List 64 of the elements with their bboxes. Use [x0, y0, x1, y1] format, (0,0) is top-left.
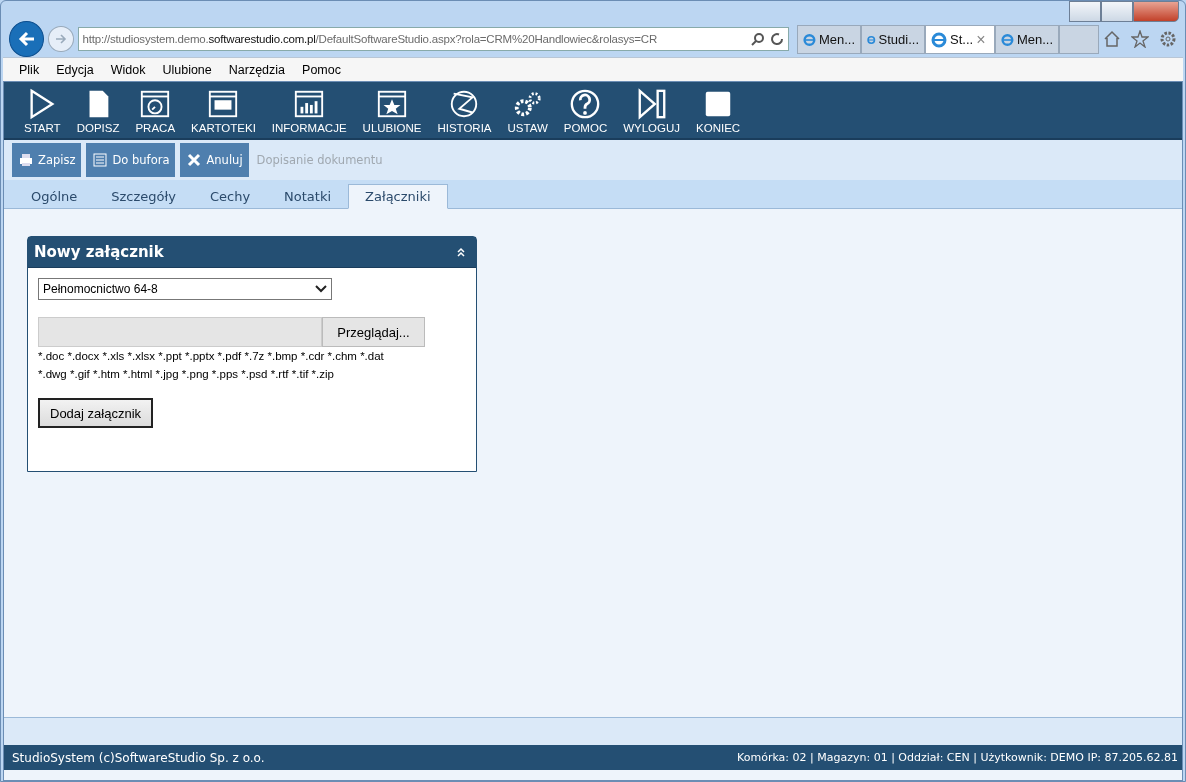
e-logo-icon — [803, 31, 816, 48]
tab[interactable]: Załączniki — [348, 184, 448, 209]
toolbar-button[interactable]: POMOC — [555, 88, 616, 138]
toolbar-button[interactable]: ULUBIONE — [354, 88, 430, 138]
forward-button[interactable] — [48, 26, 74, 52]
search-icon[interactable] — [751, 32, 765, 46]
toolbar-button[interactable]: PRACA — [127, 88, 184, 138]
collapse-icon[interactable] — [456, 247, 466, 257]
toolbar-button[interactable]: HISTORIA — [429, 88, 500, 138]
toolbar-button[interactable]: START — [16, 88, 69, 138]
maximize-button[interactable] — [1101, 1, 1133, 22]
toolbar-button[interactable]: DOPISZ — [68, 88, 128, 138]
form-caption: Dopisanie dokumentu — [256, 153, 383, 167]
browser-tab[interactable]: Men... — [995, 25, 1059, 54]
toolbar-button[interactable]: USTAW — [499, 88, 556, 138]
action-button[interactable]: Zapisz — [12, 143, 82, 177]
copyright-text: StudioSystem (c)SoftwareStudio Sp. z o.o. — [12, 750, 265, 765]
home-icon[interactable] — [1103, 30, 1121, 48]
browser-tab[interactable]: Men... — [797, 25, 861, 54]
close-button[interactable] — [1133, 1, 1179, 22]
arrow-right-icon — [53, 32, 68, 46]
allowed-extensions-text: *.doc *.docx *.xls *.xlsx *.ppt *.pptx *.pdf *.7z *.bmp *.cdr *.chm *.dat — [38, 349, 385, 364]
toolbar-button[interactable]: WYLOGUJ — [615, 88, 689, 138]
printer-icon — [18, 152, 34, 168]
allowed-extensions-text: *.dwg *.gif *.htm *.html *.jpg *.png *.pps *.psd *.rtf *.tif *.zip — [38, 367, 335, 382]
panel-title: Nowy załącznik — [34, 243, 164, 261]
back-button[interactable] — [9, 21, 45, 57]
window-icon — [207, 88, 240, 120]
menu-item[interactable]: Narzędzia — [228, 62, 286, 77]
menu-item[interactable]: Plik — [19, 62, 40, 77]
window-chart-icon — [293, 88, 326, 120]
window-clock-icon — [139, 88, 172, 120]
chevron-down-icon — [315, 285, 327, 293]
minimize-button[interactable] — [1069, 1, 1101, 22]
menu-item[interactable]: Edycja — [56, 62, 94, 77]
browser-tab[interactable]: Studi... — [861, 25, 925, 54]
close-icon — [186, 152, 203, 168]
star-icon[interactable] — [1131, 30, 1149, 48]
action-button[interactable]: Do bufora — [86, 143, 176, 177]
action-button[interactable]: Anuluj — [180, 143, 249, 177]
add-attachment-button[interactable]: Dodaj załącznik — [38, 398, 154, 428]
address-bar[interactable]: http://studiosystem.demo.softwarestudio.com.pl/DefaultSoftwareStudio.aspx?rola=CRM%20Handlowiec&rolasys=CR — [77, 27, 789, 51]
toolbar-button[interactable]: INFORMACJE — [263, 88, 355, 138]
menu-item[interactable]: Widok — [110, 62, 146, 77]
menu-item[interactable]: Ulubione — [162, 62, 212, 77]
session-info-text: Komórka: 02 | Magazyn: 01 | Oddział: CEN | Użytkownik: DEMO IP: 87.205.62.81 — [737, 751, 1178, 764]
tab[interactable]: Ogólne — [14, 184, 95, 208]
e-logo-icon — [931, 31, 947, 48]
tab[interactable]: Notatki — [267, 184, 349, 208]
file-path-field[interactable] — [38, 317, 322, 347]
e-logo-icon — [1001, 31, 1014, 48]
list-icon — [92, 152, 109, 168]
menu-item[interactable]: Pomoc — [302, 62, 341, 77]
browse-button[interactable]: Przeglądaj... — [322, 317, 425, 347]
tab[interactable]: Cechy — [192, 184, 268, 208]
tab[interactable]: Szczegóły — [94, 184, 193, 208]
arrow-left-icon — [16, 29, 37, 49]
toolbar-button[interactable]: KONIEC — [688, 88, 749, 138]
document-type-dropdown[interactable]: Pełnomocnictwo 64-8 — [38, 278, 332, 300]
settings-icon[interactable] — [1159, 30, 1177, 48]
toolbar-button[interactable]: KARTOTEKI — [183, 88, 264, 138]
refresh-icon[interactable] — [770, 32, 784, 46]
browser-tab[interactable]: St... × — [925, 25, 995, 54]
help-icon — [569, 88, 602, 120]
